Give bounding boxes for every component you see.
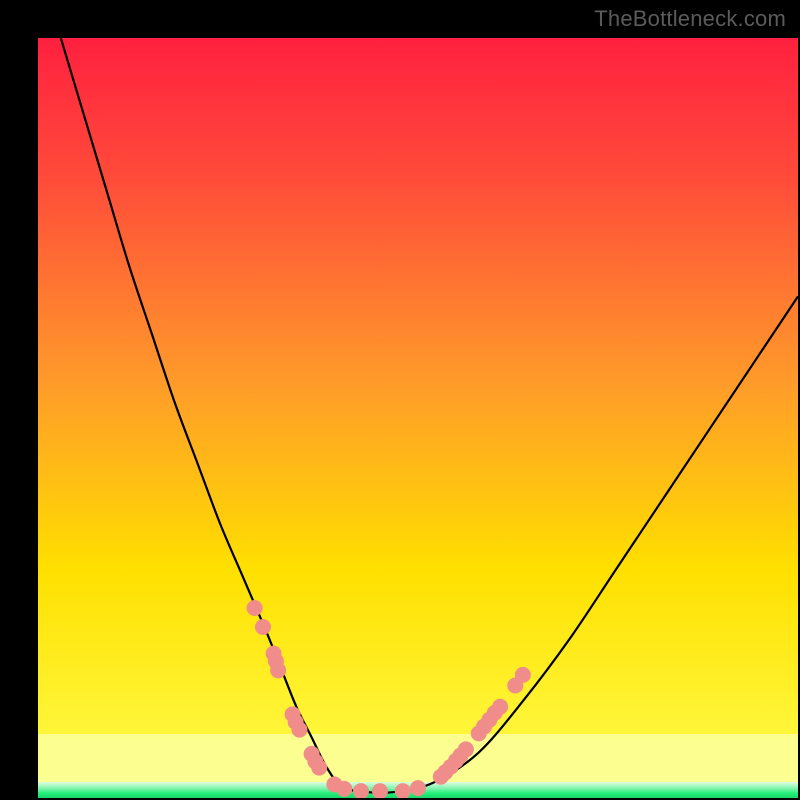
bead-marker xyxy=(515,667,531,683)
bead-marker xyxy=(255,619,271,635)
bead-marker xyxy=(270,662,286,678)
bead-marker xyxy=(311,760,327,776)
pale-band xyxy=(38,734,798,784)
bead-marker xyxy=(336,781,352,797)
bead-marker xyxy=(410,780,426,796)
watermark-text: TheBottleneck.com xyxy=(594,6,786,32)
chart-frame: TheBottleneck.com xyxy=(0,0,800,800)
bead-marker xyxy=(247,600,263,616)
bead-marker xyxy=(291,722,307,738)
bottleneck-chart xyxy=(38,38,798,798)
plot-background xyxy=(38,38,798,798)
bead-marker xyxy=(458,741,474,757)
bead-marker xyxy=(492,699,508,715)
